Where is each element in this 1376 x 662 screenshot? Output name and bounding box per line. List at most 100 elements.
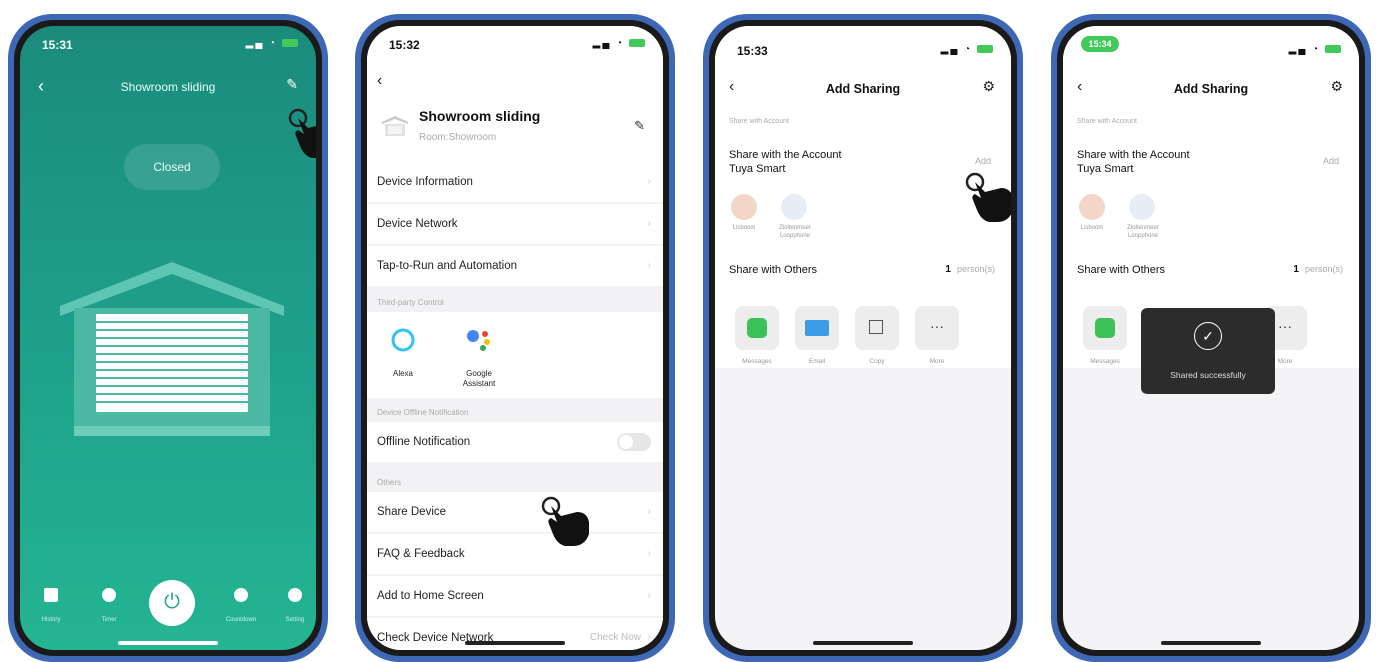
email-icon [795,306,839,350]
member-label-1: Lisboom [1080,225,1104,231]
status-time: 15:32 [389,38,420,52]
garage-door-illustration [60,262,284,436]
gear-icon [288,588,302,602]
section-share-account: Share with Account [1077,118,1137,125]
share-others-label: Share with Others [729,264,818,276]
add-button[interactable]: Add [975,156,991,166]
device-settings-screen: 15:32 ▂▄ ◔ ‹ Showroom sliding Room:Showr… [367,26,663,650]
member-label-2: Zloltenmeer Loopphone [779,225,811,239]
member-label-2: Zloltenmeer Loopphone [1127,225,1159,239]
battery-icon [1325,45,1341,54]
account-share-row[interactable]: Share with the Account Tuya Smart [729,148,842,176]
phone-device-control: 15:31 ▂▄ ◔ ‹ Showroom sliding ✎ Closed H… [8,14,328,662]
row-tap-to-run[interactable]: Tap-to-Run and Automation › [367,246,663,286]
device-control-screen: 15:31 ▂▄ ◔ ‹ Showroom sliding ✎ Closed H… [20,26,316,650]
battery-icon [977,45,993,54]
row-check-network[interactable]: Check Device Network Check Now › [367,618,663,650]
tap-hand-icon [288,108,316,158]
third-party-panel: Alexa Google Assistant [367,312,663,398]
power-button[interactable]: ⏻ [149,580,195,626]
tap-hand-icon [541,496,589,546]
home-indicator [118,641,218,645]
row-device-information[interactable]: Device Information › [367,162,663,202]
share-count: 1 person(s) [945,264,995,275]
settings-gear-icon[interactable]: ⚙ [1330,78,1343,95]
google-assistant-icon [467,330,490,351]
history-icon [44,588,58,602]
status-icons: ▂▄ ◔ [246,38,298,49]
tab-countdown[interactable]: Countdown [216,588,266,626]
device-room: Room:Showroom [419,132,497,143]
checkmark-icon: ✓ [1194,322,1222,350]
section-share-account: Share with Account [729,118,789,125]
phone-bezel: 15:34 ▂▄ ◔ ‹ Add Sharing ⚙ Share with Ac… [1057,20,1365,656]
status-icons: ▂▄ ◔ [1289,44,1341,55]
phone-device-settings: 15:32 ▂▄ ◔ ‹ Showroom sliding Room:Showr… [355,14,675,662]
phone-bezel: 15:32 ▂▄ ◔ ‹ Showroom sliding Room:Showr… [361,20,669,656]
phone-shared-success: 15:34 ▂▄ ◔ ‹ Add Sharing ⚙ Share with Ac… [1051,14,1371,662]
tab-history[interactable]: History [26,588,76,626]
row-share-device[interactable]: Share Device › [367,492,663,532]
status-time: 15:31 [42,38,73,52]
member-avatar-2[interactable] [1129,194,1155,220]
battery-icon [629,39,645,48]
chevron-right-icon: › [647,176,651,187]
status-icons: ▂▄ ◔ [593,38,645,49]
clock-icon [102,588,116,602]
chevron-right-icon: › [647,632,651,643]
home-indicator [465,641,565,645]
section-others: Others [377,478,402,487]
add-button[interactable]: Add [1323,156,1339,166]
row-faq[interactable]: FAQ & Feedback › [367,534,663,574]
row-add-home-screen[interactable]: Add to Home Screen › [367,576,663,616]
success-toast: ✓ Shared successfully [1141,308,1275,394]
offline-notification-toggle[interactable] [617,433,651,451]
page-title: Showroom sliding [120,80,216,94]
account-share-row[interactable]: Share with the Account Tuya Smart [1077,148,1190,176]
status-time: 15:33 [737,44,768,58]
share-others-label: Share with Others [1077,264,1166,276]
battery-icon [282,39,298,48]
status-time-pill: 15:34 [1081,36,1119,52]
alexa-icon [391,328,415,352]
settings-gear-icon[interactable]: ⚙ [982,78,995,95]
garage-thumbnail-icon [382,116,408,136]
copy-icon [855,306,899,350]
member-avatar-1[interactable] [731,194,757,220]
tab-setting[interactable]: Setting [270,588,316,626]
member-avatar-2[interactable] [781,194,807,220]
home-indicator [813,641,913,645]
tab-timer[interactable]: Timer [84,588,134,626]
chevron-right-icon: › [647,218,651,229]
add-sharing-screen: 15:33 ▂▄ ◔ ‹ Add Sharing ⚙ Share with Ac… [715,26,1011,650]
chevron-right-icon: › [647,590,651,601]
member-avatar-1[interactable] [1079,194,1105,220]
device-name: Showroom sliding [419,108,541,124]
section-third-party: Third-party Control [377,298,444,307]
edit-icon[interactable]: ✎ [634,118,645,134]
share-messages[interactable]: Messages [735,306,779,365]
shared-success-screen: 15:34 ▂▄ ◔ ‹ Add Sharing ⚙ Share with Ac… [1063,26,1359,650]
back-icon[interactable]: ‹ [377,72,382,90]
page-title: Add Sharing [1173,82,1249,96]
status-icons: ▂▄ ◔ [941,44,993,55]
door-status: Closed [124,144,220,190]
check-now-link[interactable]: Check Now [590,632,641,643]
google-assistant-service[interactable]: Google Assistant [449,324,509,389]
page-title: Add Sharing [825,82,901,96]
share-copy[interactable]: Copy [855,306,899,365]
chevron-right-icon: › [647,548,651,559]
phone-bezel: 15:33 ▂▄ ◔ ‹ Add Sharing ⚙ Share with Ac… [709,20,1017,656]
edit-icon[interactable]: ✎ [286,76,298,93]
phone-add-sharing: 15:33 ▂▄ ◔ ‹ Add Sharing ⚙ Share with Ac… [703,14,1023,662]
share-email[interactable]: Email [795,306,839,365]
share-more[interactable]: ··· More [915,306,959,365]
share-messages[interactable]: Messages [1083,306,1127,365]
section-offline: Device Offline Notification [377,408,469,417]
more-icon: ··· [915,306,959,350]
row-device-network[interactable]: Device Network › [367,204,663,244]
bottom-toolbar: History Timer ⏻ Countdown Setting [20,566,316,626]
countdown-icon [234,588,248,602]
alexa-service[interactable]: Alexa [373,324,433,379]
messages-icon [1083,306,1127,350]
